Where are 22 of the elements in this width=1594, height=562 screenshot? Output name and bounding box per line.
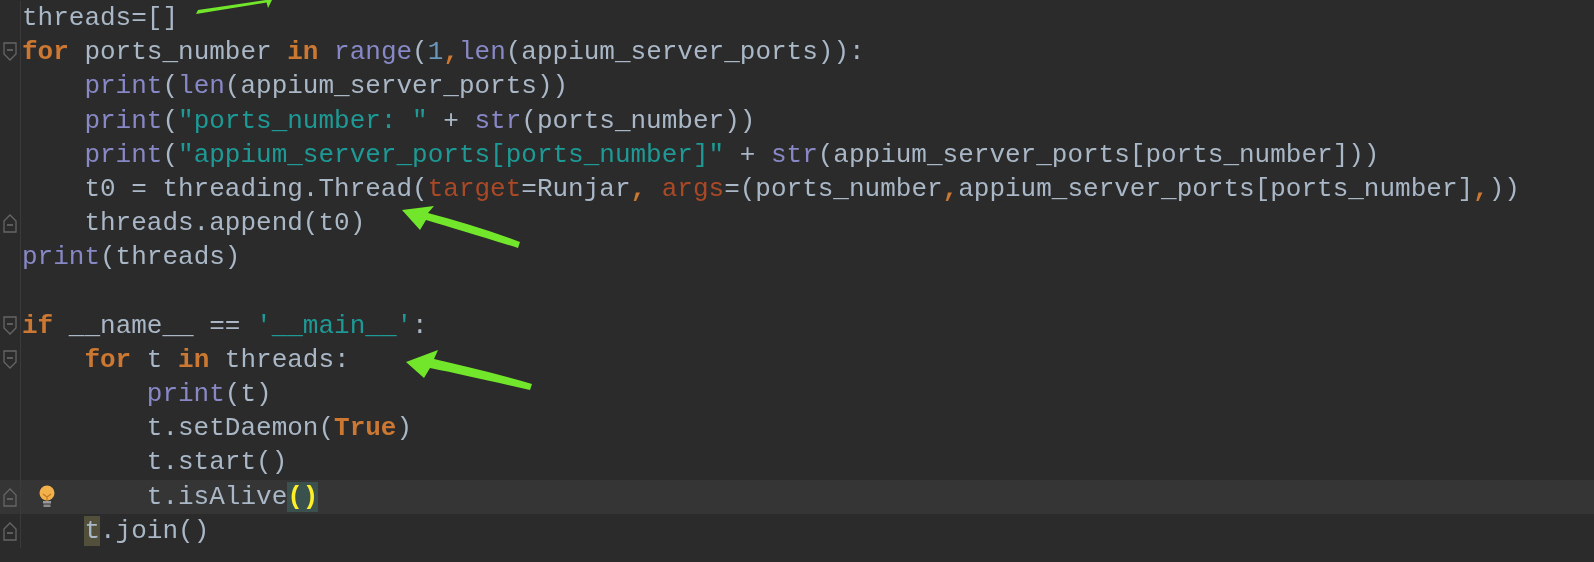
code-line: t.join() [84, 515, 210, 546]
code-line: if __name__ == '__main__': [22, 310, 428, 341]
code-line: print("ports_number: " + str(ports_number)) [84, 105, 756, 136]
code-line: print("appium_server_ports[ports_number]" + str(appium_server_ports[ports_number])) [84, 139, 1380, 170]
code-line: t0 = threading.Thread(target=Runjar, args=(ports_number,appium_server_ports[ports_number],)) [84, 173, 1520, 204]
code-line: for ports_number in range(1,len(appium_server_ports)): [22, 37, 865, 68]
code-line: t.isAlive() [146, 481, 319, 512]
fold-marker-icon[interactable] [3, 213, 17, 234]
fold-marker-icon[interactable] [3, 42, 17, 63]
code-line: threads=[] [22, 3, 179, 33]
fold-marker-icon[interactable] [3, 315, 17, 336]
code-line: threads.append(t0) [84, 208, 366, 239]
code-line: print(len(appium_server_ports)) [84, 71, 569, 102]
fold-marker-icon[interactable] [3, 520, 17, 541]
code-line: t.start() [146, 447, 288, 478]
code-line: print(threads) [22, 242, 241, 273]
code-line: print(t) [146, 379, 272, 410]
lightbulb-icon[interactable] [38, 484, 56, 509]
code-line: for t in threads: [84, 344, 350, 375]
code-line: t.setDaemon(True) [146, 413, 413, 444]
fold-marker-icon[interactable] [3, 486, 17, 507]
fold-marker-icon[interactable] [3, 349, 17, 370]
